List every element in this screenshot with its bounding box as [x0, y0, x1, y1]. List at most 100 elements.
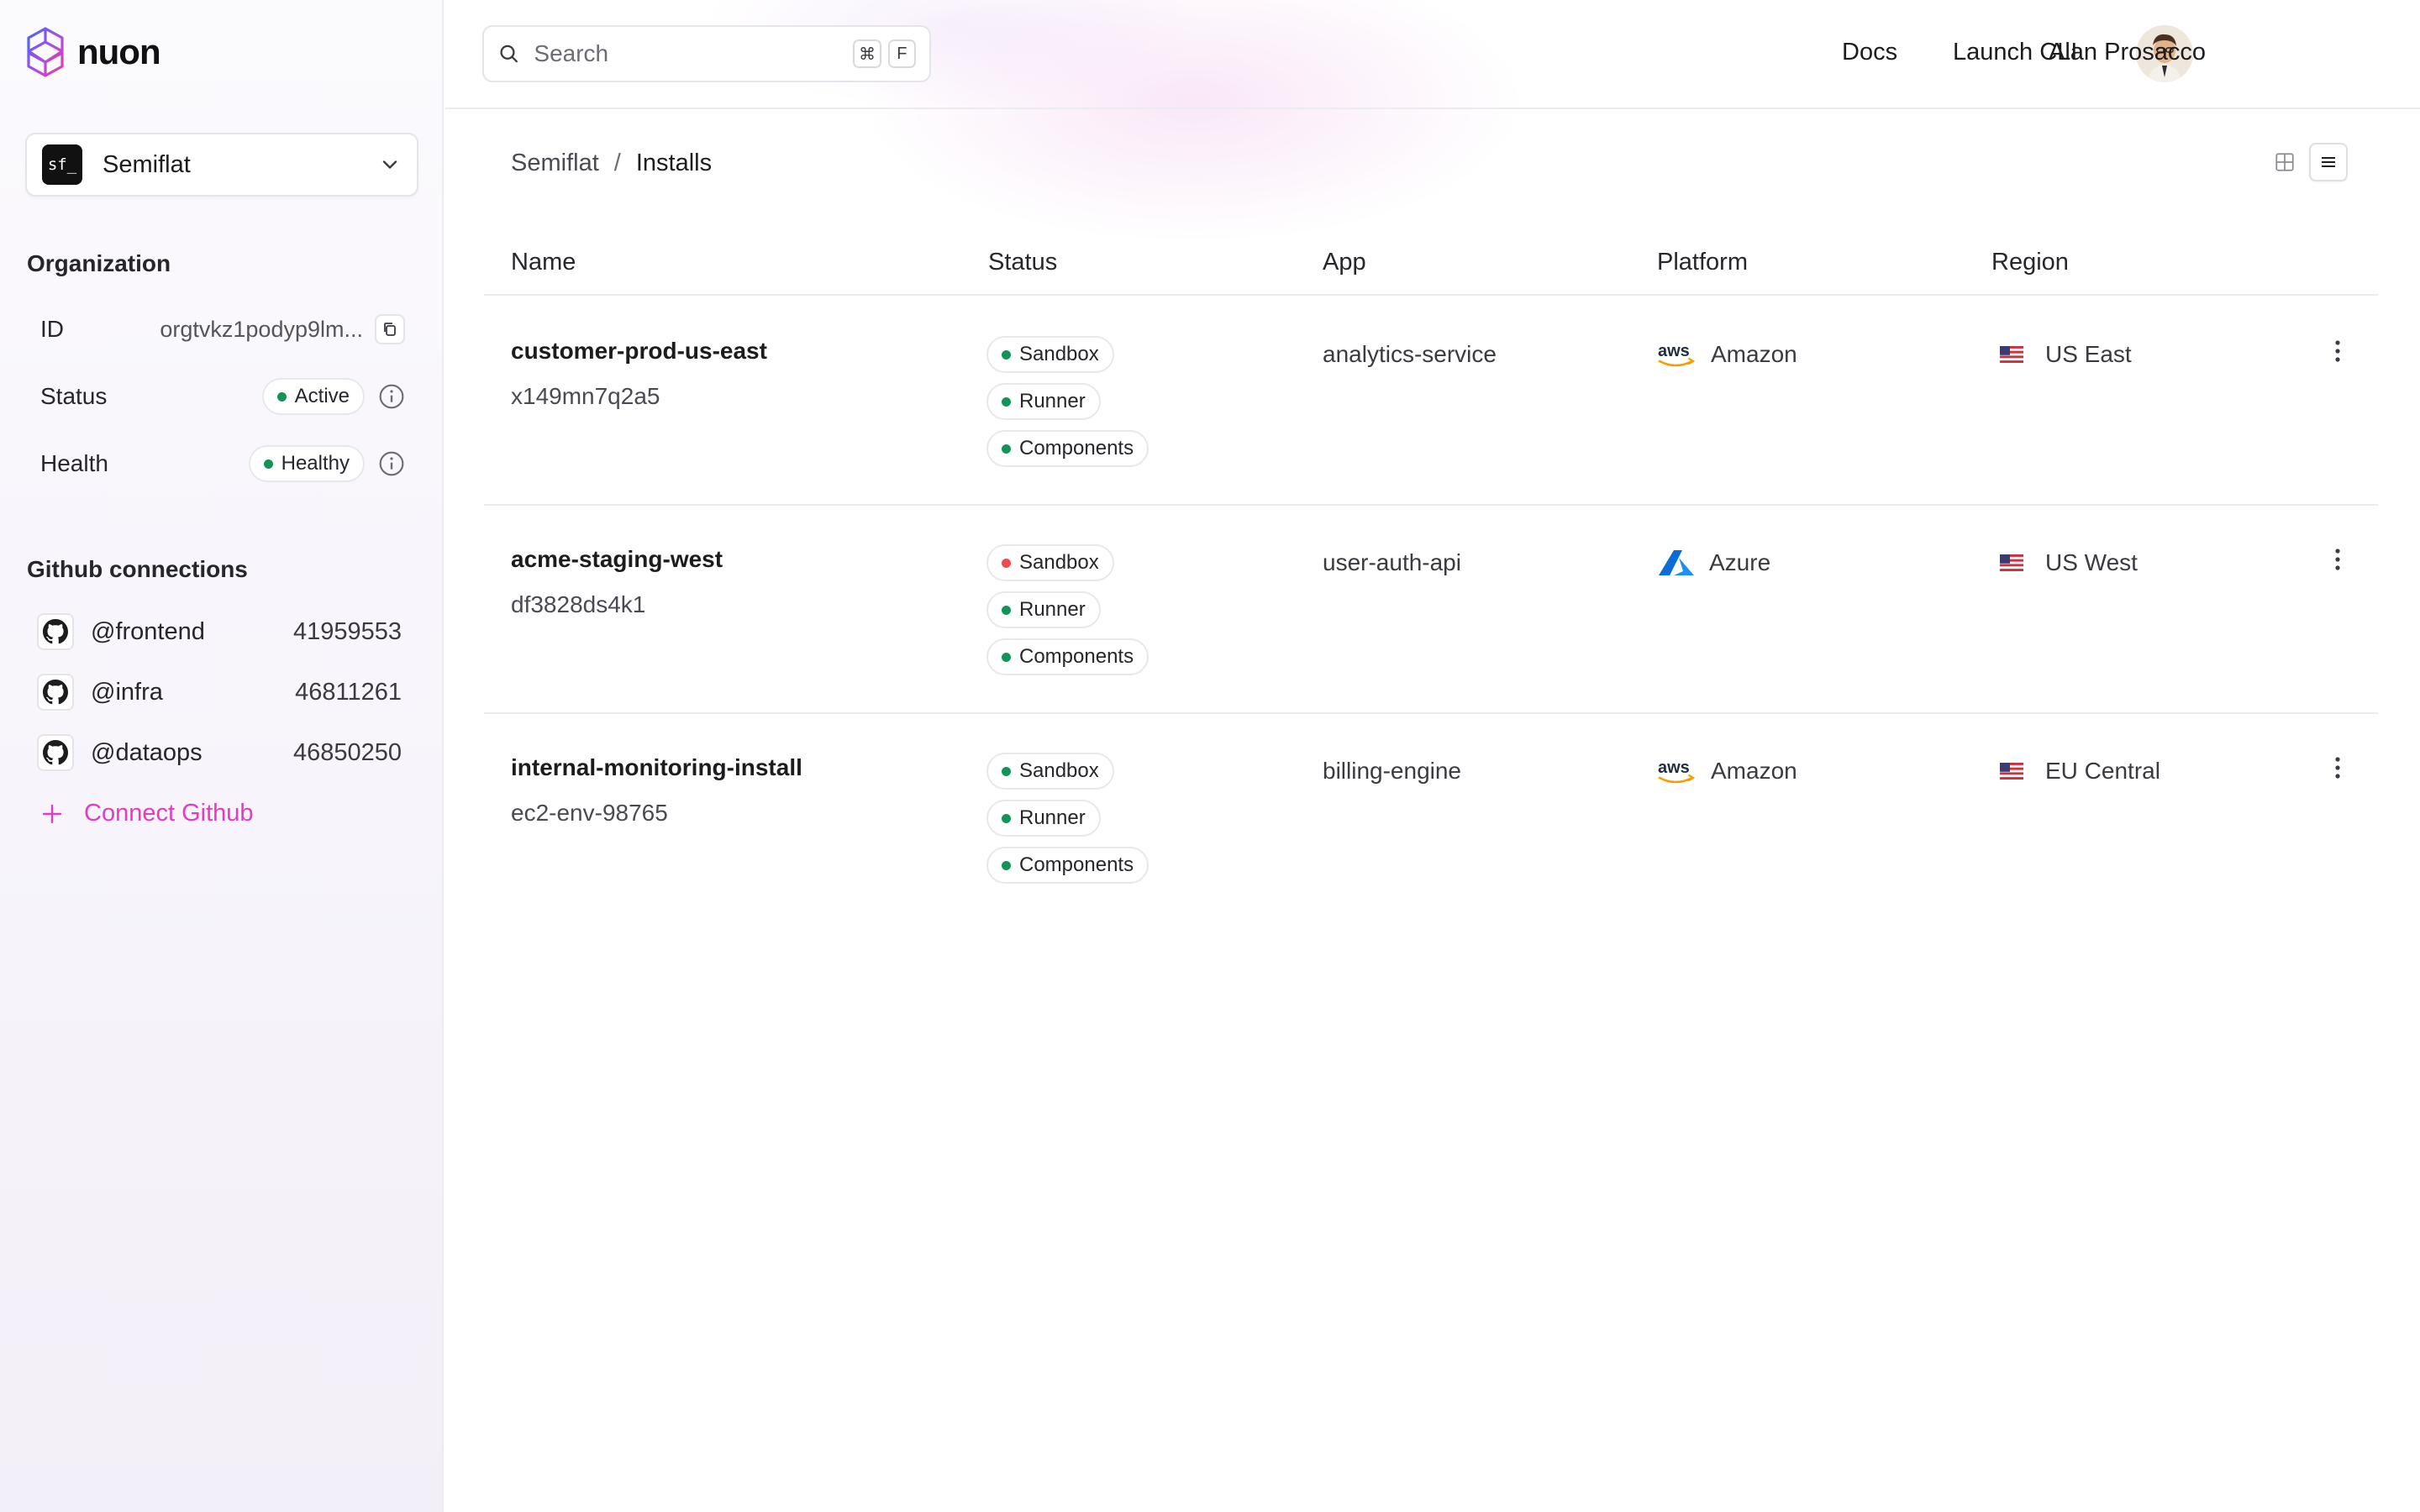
- status-dot: [1002, 860, 1011, 870]
- github-icon: [43, 740, 68, 765]
- search-input[interactable]: [534, 40, 847, 67]
- us-flag-icon: [2000, 554, 2023, 571]
- github-connection-id: 41959553: [292, 617, 402, 645]
- org-id-value: orgtvkz1podyp9lm...: [160, 316, 363, 342]
- github-connection-id: 46811261: [295, 678, 402, 706]
- region-name: US East: [2045, 341, 2132, 367]
- app-name: user-auth-api: [1323, 549, 1461, 575]
- user-name[interactable]: Alan Prosacco: [2049, 39, 2206, 66]
- row-actions-button[interactable]: [2321, 751, 2354, 785]
- install-name[interactable]: internal-monitoring-install: [511, 754, 802, 781]
- org-health-label: Health: [40, 450, 108, 476]
- platform-cell: aws Amazon: [1657, 339, 1797, 370]
- list-view-button[interactable]: [2309, 143, 2348, 181]
- column-header-platform[interactable]: Platform: [1657, 249, 1748, 276]
- table-row[interactable]: customer-prod-us-east x149mn7q2a5 Sandbo…: [484, 297, 2378, 506]
- github-connection-item[interactable]: @infra 46811261: [37, 672, 402, 712]
- org-id-row: ID orgtvkz1podyp9lm...: [40, 309, 405, 349]
- app-name: analytics-service: [1323, 341, 1497, 367]
- github-icon-box: [37, 613, 74, 650]
- status-dot: [1002, 444, 1011, 454]
- region-name: US West: [2045, 549, 2138, 575]
- org-status-label: Status: [40, 383, 108, 409]
- github-connections-title: Github connections: [27, 556, 248, 582]
- info-icon[interactable]: [378, 383, 405, 410]
- azure-icon: [1659, 550, 1694, 575]
- plus-icon: [42, 804, 62, 823]
- column-header-app[interactable]: App: [1323, 249, 1366, 276]
- copy-id-button[interactable]: [375, 314, 405, 344]
- github-icon-box: [37, 674, 74, 711]
- region-cell: US East: [2000, 341, 2132, 368]
- github-connection-name: @dataops: [91, 738, 203, 766]
- status-badge: Runner: [986, 591, 1101, 628]
- chevron-down-icon: [382, 160, 397, 169]
- org-avatar: sf_: [42, 144, 82, 185]
- org-status-badge: Active: [261, 378, 365, 415]
- status-badge-label: Runner: [1019, 598, 1086, 621]
- status-badge-label: Runner: [1019, 806, 1086, 829]
- install-name-cell: internal-monitoring-install ec2-env-9876…: [511, 754, 802, 827]
- row-actions-button[interactable]: [2321, 334, 2354, 368]
- row-actions-button[interactable]: [2321, 543, 2354, 576]
- connect-github-button[interactable]: Connect Github: [40, 800, 254, 827]
- org-name: Semiflat: [103, 150, 191, 178]
- status-dot: [1002, 349, 1011, 360]
- github-connection-name: @frontend: [91, 617, 205, 645]
- column-header-name[interactable]: Name: [511, 249, 576, 276]
- status-dot: [1002, 813, 1011, 823]
- github-icon: [43, 619, 68, 644]
- status-badge-label: Components: [1019, 437, 1134, 459]
- status-badge-label: Sandbox: [1019, 551, 1099, 574]
- breadcrumb-separator: /: [613, 150, 621, 176]
- install-name[interactable]: acme-staging-west: [511, 546, 723, 573]
- more-vertical-icon: [2335, 340, 2340, 362]
- status-badge-label: Runner: [1019, 390, 1086, 412]
- info-icon[interactable]: [378, 450, 405, 477]
- sidebar: nuon sf_ Semiflat Organization ID orgtvk…: [0, 0, 444, 1512]
- docs-link[interactable]: Docs: [1842, 39, 1897, 66]
- github-connection-item[interactable]: @frontend 41959553: [37, 612, 402, 652]
- status-cell: Sandbox Runner Components: [986, 336, 1150, 467]
- column-header-region[interactable]: Region: [1991, 249, 2069, 276]
- org-health-value: Healthy: [281, 452, 350, 475]
- status-badge: Components: [986, 430, 1150, 467]
- region-name: EU Central: [2045, 758, 2160, 784]
- org-health-row: Health Healthy: [40, 444, 405, 484]
- copy-icon: [384, 323, 396, 336]
- install-name[interactable]: customer-prod-us-east: [511, 338, 767, 365]
- status-dot: [1002, 652, 1011, 662]
- status-badge: Sandbox: [986, 544, 1114, 581]
- table-row[interactable]: internal-monitoring-install ec2-env-9876…: [484, 714, 2378, 922]
- search-box[interactable]: ⌘ F: [482, 25, 931, 82]
- us-flag-icon: [2000, 763, 2023, 780]
- status-cell: Sandbox Runner Components: [986, 544, 1150, 675]
- github-connection-id: 46850250: [292, 738, 402, 766]
- region-cell: US West: [2000, 549, 2138, 576]
- logo[interactable]: nuon: [25, 25, 161, 79]
- status-badge: Sandbox: [986, 336, 1114, 373]
- install-name-cell: acme-staging-west df3828ds4k1: [511, 546, 723, 618]
- install-id: df3828ds4k1: [511, 591, 646, 617]
- github-connection-item[interactable]: @dataops 46850250: [37, 732, 402, 773]
- status-badge: Components: [986, 638, 1150, 675]
- shortcut-key-f: F: [887, 39, 916, 68]
- svg-text:aws: aws: [1658, 759, 1690, 777]
- organization-title: Organization: [27, 250, 171, 276]
- grid-view-button[interactable]: [2265, 143, 2304, 181]
- status-badge-label: Components: [1019, 645, 1134, 668]
- nuon-logo-icon: [27, 27, 64, 77]
- platform-name: Amazon: [1711, 341, 1797, 367]
- column-header-status[interactable]: Status: [988, 249, 1057, 276]
- table-row[interactable]: acme-staging-west df3828ds4k1 Sandbox Ru…: [484, 506, 2378, 714]
- breadcrumb-org[interactable]: Semiflat: [511, 150, 599, 177]
- github-icon: [43, 680, 68, 705]
- status-badge-label: Sandbox: [1019, 343, 1099, 365]
- shortcut-key-cmd: ⌘: [853, 39, 881, 68]
- more-vertical-icon: [2335, 549, 2340, 570]
- status-dot: [276, 391, 287, 402]
- status-badge: Sandbox: [986, 753, 1114, 790]
- org-status-row: Status Active: [40, 376, 405, 417]
- status-dot: [1002, 766, 1011, 776]
- org-switcher[interactable]: sf_ Semiflat: [25, 133, 418, 197]
